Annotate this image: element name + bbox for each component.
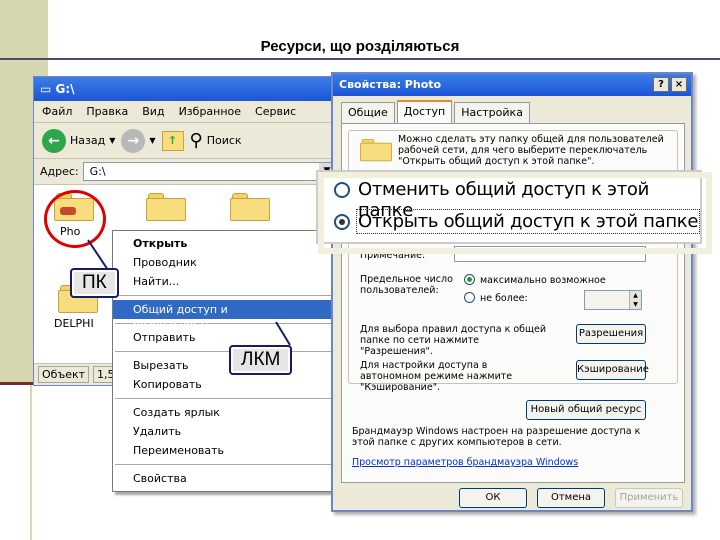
menu-separator [115,398,331,399]
explorer-toolbar: ← Назад ▼ → ▼ ↑ ⚲ Поиск [34,123,342,159]
menu-item-send-to[interactable]: Отправить [113,328,333,347]
folder-up-icon: ↑ [161,130,184,151]
context-menu: Открыть Проводник Найти... Общий доступ … [112,230,334,492]
status-left: Объект [38,366,90,383]
address-bar: Адрес: G:\ ▼ [34,159,342,185]
new-share-button[interactable]: Новый общий ресурс [526,400,646,420]
folder-icon[interactable] [146,193,186,221]
search-icon: ⚲ [189,130,203,151]
properties-tabs: Общие Доступ Настройка [341,100,530,123]
stop-sharing-radio[interactable] [334,182,350,198]
share-folder-label: Открыть общий доступ к этой папке [355,209,701,234]
folder-delphi-label: DELPHI [54,317,94,330]
tab-sharing[interactable]: Доступ [396,100,453,123]
menu-view[interactable]: Вид [142,105,164,118]
menu-item-create-shortcut[interactable]: Создать ярлык [113,403,333,422]
sharing-intro-text: Можно сделать эту папку общей для пользо… [398,134,664,167]
slide-title: Ресурси, що розділяються [260,38,460,55]
apply-button[interactable]: Применить [615,488,683,508]
user-limit-label: Предельное число пользователей: [360,274,453,296]
menu-separator [115,295,331,296]
menu-separator [115,351,331,352]
share-folder-radio[interactable] [334,214,350,230]
back-label: Назад [70,134,106,147]
explorer-titlebar[interactable]: ▭ G:\ [34,77,342,101]
offline-text: Для настройки доступа в автономном режим… [360,360,513,393]
permissions-button[interactable]: Разрешения [576,324,646,344]
left-click-callout: ЛКМ [229,345,293,375]
slide-title-rule [0,58,720,60]
chevron-down-icon: ▼ [149,136,156,145]
back-arrow-icon: ← [42,128,66,153]
explorer-title: G:\ [55,82,75,96]
menu-item-cut[interactable]: Вырезать [113,356,333,375]
cancel-button[interactable]: Отмена [537,488,605,508]
no-more-than-radio[interactable] [464,292,475,303]
help-button[interactable]: ? [653,77,669,92]
up-folder-button[interactable]: ↑ [161,130,184,151]
tab-general[interactable]: Общие [341,102,395,123]
slide-side-line [30,385,32,540]
menu-item-rename[interactable]: Переименовать [113,441,333,460]
folder-icon[interactable] [230,193,270,221]
share-folder-icon [360,138,392,162]
menu-item-delete[interactable]: Удалить [113,422,333,441]
forward-button[interactable]: → ▼ [121,128,156,153]
max-allowed-label: максимально возможное [480,275,606,286]
firewall-text: Брандмауэр Windows настроен на разрешени… [352,426,641,448]
menu-separator [115,464,331,465]
menu-item-find[interactable]: Найти... [113,272,333,291]
menu-favorites[interactable]: Избранное [179,105,241,118]
chevron-down-icon: ▼ [109,136,116,145]
back-button[interactable]: ← Назад ▼ [42,128,116,153]
properties-titlebar[interactable]: Свойства: Photo ? × [333,74,691,96]
menu-item-sharing[interactable]: Общий доступ и безопасность... [113,300,333,331]
menu-tools[interactable]: Сервис [255,105,296,118]
address-value: G:\ [89,165,106,178]
max-allowed-radio[interactable] [464,274,475,285]
zoomed-sharing-options: Отменить общий доступ к этой папке Откры… [316,170,712,254]
menu-item-explorer[interactable]: Проводник [113,253,333,272]
search-label: Поиск [206,134,242,147]
tab-customize[interactable]: Настройка [454,102,530,123]
right-click-callout: ПК [70,268,119,298]
address-input[interactable]: G:\ ▼ [82,162,336,181]
search-button[interactable]: ⚲ Поиск [190,130,242,151]
caching-button[interactable]: Кэширование [576,360,649,380]
drive-icon: ▭ [40,82,52,96]
ok-button[interactable]: ОК [459,488,527,508]
firewall-settings-link[interactable]: Просмотр параметров брандмауэра Windows [352,457,578,468]
menu-item-copy[interactable]: Копировать [113,375,333,394]
forward-arrow-icon: → [121,128,146,153]
properties-title: Свойства: Photo [339,78,442,91]
address-label: Адрес: [40,165,79,178]
permissions-text: Для выбора правил доступа к общей папке … [360,324,547,357]
menu-item-open[interactable]: Открыть [113,234,333,253]
explorer-menubar: Файл Правка Вид Избранное Сервис [34,101,342,123]
close-button[interactable]: × [671,77,687,92]
menu-item-properties[interactable]: Свойства [113,469,333,488]
no-more-than-label: не более: [480,293,528,304]
menu-edit[interactable]: Правка [86,105,128,118]
spin-arrows-icon[interactable]: ▲ ▼ [629,291,641,309]
user-count-stepper[interactable]: ▲ ▼ [584,290,642,310]
properties-dialog: Свойства: Photo ? × Общие Доступ Настрой… [331,72,693,512]
photo-highlight-ring [44,190,106,248]
menu-file[interactable]: Файл [42,105,72,118]
